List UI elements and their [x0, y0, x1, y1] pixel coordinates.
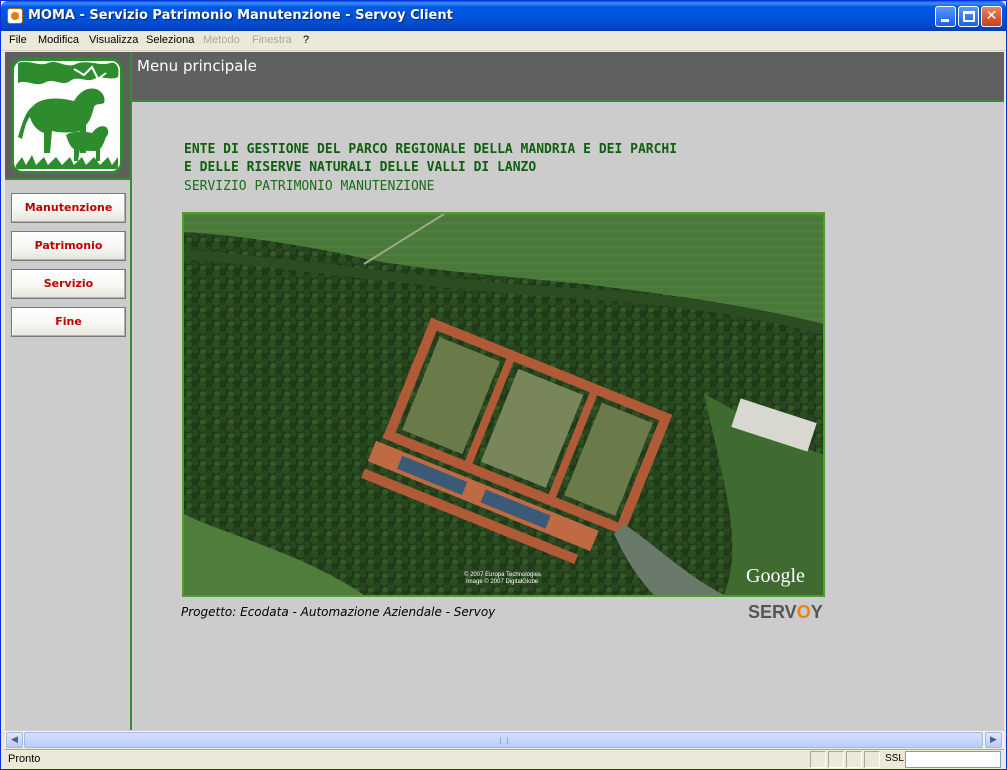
header-band: Menu principale [132, 52, 1004, 102]
menu-finestra: Finestra [252, 34, 292, 46]
status-cell-1 [810, 751, 826, 768]
servoy-logo-part-2: O [796, 602, 811, 622]
app-icon[interactable] [7, 8, 23, 24]
menu-file[interactable]: File [9, 34, 27, 46]
scroll-grip-icon [500, 737, 508, 744]
minimize-button[interactable] [935, 6, 956, 27]
menu-modifica[interactable]: Modifica [38, 34, 79, 46]
title-bar[interactable]: MOMA - Servizio Patrimonio Manutenzione … [1, 1, 1006, 31]
status-text: Pronto [8, 753, 41, 765]
maximize-icon [963, 11, 975, 22]
status-cell-2 [828, 751, 844, 768]
close-button[interactable]: ✕ [981, 6, 1002, 27]
google-watermark: Google [746, 565, 805, 587]
status-cell-4 [864, 751, 880, 768]
org-name-line-1: ENTE DI GESTIONE DEL PARCO REGIONALE DEL… [184, 142, 678, 157]
menu-visualizza[interactable]: Visualizza [89, 34, 138, 46]
org-name-line-2: E DELLE RISERVE NATURALI DELLE VALLI DI … [184, 160, 537, 175]
park-logo [11, 58, 123, 174]
photo-credit-line-2: Image © 2007 DigitalGlobe [466, 578, 539, 585]
menu-metodo: Metodo [203, 34, 240, 46]
service-name: SERVIZIO PATRIMONIO MANUTENZIONE [184, 179, 435, 194]
status-field [905, 751, 1001, 768]
servoy-logo-part-3: Y [810, 602, 823, 622]
horizontal-scrollbar[interactable]: ◀ ▶ [5, 730, 1004, 748]
status-cell-3 [846, 751, 862, 768]
menu-help[interactable]: ? [303, 34, 309, 46]
minimize-icon [941, 19, 949, 22]
status-bar: Pronto SSL [5, 749, 1004, 769]
horse-logo-icon [14, 61, 120, 171]
patrimonio-button[interactable]: Patrimonio [11, 231, 126, 261]
ssl-indicator: SSL [885, 753, 904, 764]
servizio-button[interactable]: Servizio [11, 269, 126, 299]
manutenzione-button[interactable]: Manutenzione [11, 193, 126, 223]
menu-seleziona[interactable]: Seleziona [146, 34, 194, 46]
scroll-thumb[interactable] [24, 732, 983, 748]
servoy-logo: SERVOY [748, 602, 823, 623]
logo-panel [5, 52, 130, 180]
project-credits: Progetto: Ecodata - Automazione Aziendal… [181, 605, 496, 619]
window-title: MOMA - Servizio Patrimonio Manutenzione … [28, 8, 453, 23]
maximize-button[interactable] [958, 6, 979, 27]
close-icon: ✕ [985, 8, 998, 24]
servoy-logo-part-1: SERV [748, 602, 797, 622]
page-title: Menu principale [137, 57, 257, 75]
aerial-photo: © 2007 Europa Technologies Image © 2007 … [182, 212, 825, 597]
menu-bar: File Modifica Visualizza Seleziona Metod… [1, 31, 1006, 51]
scroll-left-arrow-icon[interactable]: ◀ [6, 732, 23, 748]
photo-credit-line-1: © 2007 Europa Technologies [464, 571, 541, 578]
app-window: MOMA - Servizio Patrimonio Manutenzione … [0, 0, 1007, 770]
aerial-image-icon: © 2007 Europa Technologies Image © 2007 … [184, 214, 823, 595]
sidebar: Manutenzione Patrimonio Servizio Fine [5, 52, 132, 730]
scroll-right-arrow-icon[interactable]: ▶ [985, 732, 1002, 748]
fine-button[interactable]: Fine [11, 307, 126, 337]
main-content: Menu principale ENTE DI GESTIONE DEL PAR… [132, 52, 1004, 730]
